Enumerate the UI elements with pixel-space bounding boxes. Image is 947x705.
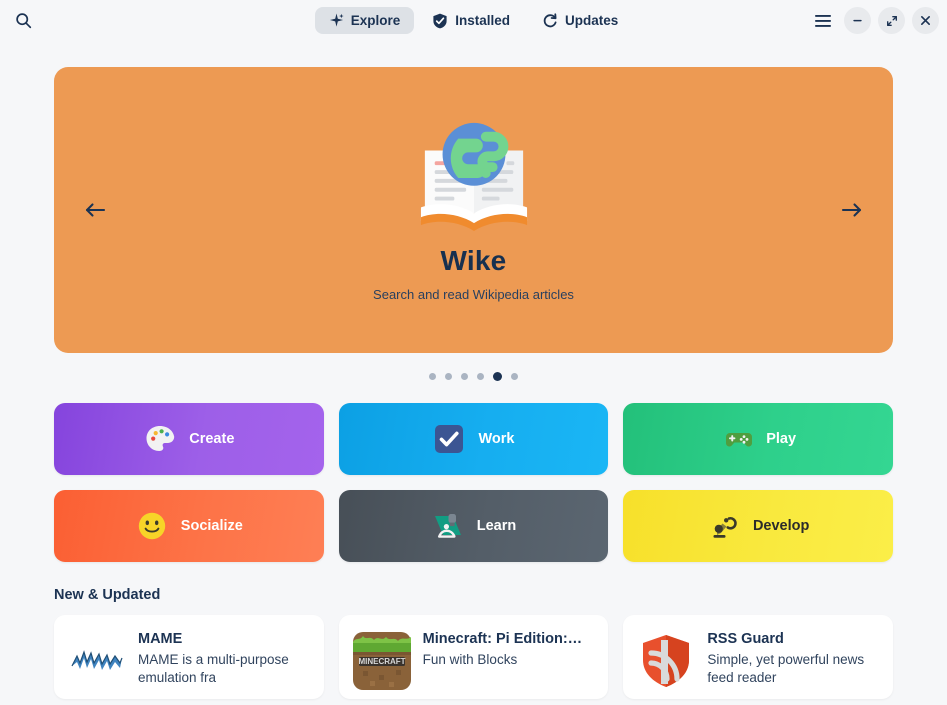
minimize-button[interactable] [844, 7, 871, 34]
main-content: Wike Search and read Wikipedia articles [0, 41, 947, 705]
app-card-mame-text: MAME MAME is a multi-purpose emulation f… [138, 627, 310, 687]
category-tile-learn-label: Learn [476, 518, 517, 534]
hamburger-icon [815, 14, 831, 27]
category-tile-work[interactable]: Work [338, 403, 609, 475]
smiley-icon [138, 512, 165, 540]
view-switcher: Explore Installed Updates [0, 7, 947, 35]
category-tile-develop-label: Develop [752, 518, 810, 534]
wike-book-globe-icon [420, 122, 527, 231]
checkbox-icon [435, 425, 464, 453]
carousel-dot-2[interactable] [445, 372, 452, 380]
category-tile-play[interactable]: Play [623, 403, 893, 475]
banner-subtitle: Search and read Wikipedia articles [373, 286, 574, 302]
maximize-button[interactable] [878, 7, 905, 34]
close-button[interactable] [912, 7, 939, 34]
tab-updates-label: Updates [565, 13, 619, 28]
tab-installed-label: Installed [455, 13, 511, 28]
tab-explore[interactable]: Explore [314, 7, 415, 34]
arrow-right-icon [841, 203, 862, 217]
microscope-icon [434, 514, 461, 538]
menu-button[interactable] [809, 7, 837, 35]
banner-prev-button[interactable] [78, 193, 112, 227]
check-badge-icon [433, 13, 447, 28]
category-tile-learn[interactable]: Learn [338, 490, 609, 562]
app-card-rss-guard-name: RSS Guard [707, 631, 784, 647]
search-icon [15, 13, 31, 29]
tab-installed[interactable]: Installed [418, 7, 524, 35]
app-card-mame-name: MAME [138, 631, 183, 647]
app-card-minecraft[interactable]: MINECRAFT Minecraft: Pi Edition:… Fun wi… [338, 615, 609, 699]
banner-next-button[interactable] [835, 193, 869, 227]
app-card-mame[interactable]: MAME MAME is a multi-purpose emulation f… [54, 615, 324, 699]
mame-logo-icon [71, 650, 123, 670]
palette-icon [146, 426, 175, 451]
sparkle-icon [329, 13, 344, 27]
search-button[interactable] [8, 6, 38, 36]
app-card-rss-guard[interactable]: RSS Guard Simple, yet powerful news feed… [623, 615, 893, 699]
carousel-dot-1[interactable] [429, 372, 436, 380]
minus-icon [853, 19, 862, 22]
app-card-rss-guard-text: RSS Guard Simple, yet powerful news feed… [707, 627, 879, 687]
refresh-icon [543, 12, 557, 27]
new-updated-grid: MAME MAME is a multi-purpose emulation f… [54, 615, 893, 699]
featured-banner[interactable]: Wike Search and read Wikipedia articles [54, 67, 893, 353]
app-card-minecraft-name: Minecraft: Pi Edition:… [422, 631, 583, 647]
app-card-minecraft-desc: Fun with Blocks [422, 652, 518, 667]
carousel-dot-4[interactable] [477, 372, 484, 380]
arrow-left-icon [85, 203, 106, 217]
tab-explore-label: Explore [350, 13, 401, 28]
app-card-rss-guard-desc: Simple, yet powerful news feed reader [707, 652, 865, 686]
category-tile-socialize-label: Socialize [180, 518, 243, 534]
header-left-group [8, 6, 128, 36]
carousel-dots [54, 369, 893, 383]
window-controls [809, 7, 939, 35]
category-tile-play-label: Play [766, 431, 797, 447]
svg-text:MINECRAFT: MINECRAFT [358, 657, 405, 666]
category-tile-develop[interactable]: Develop [623, 490, 893, 562]
category-tiles: Create Work Play Socialize Learn Develop [54, 403, 893, 562]
category-tile-work-label: Work [478, 431, 515, 447]
app-card-mame-desc: MAME is a multi-purpose emulation fra [138, 652, 289, 686]
new-updated-heading: New & Updated [54, 587, 161, 603]
carousel-dot-6[interactable] [511, 372, 518, 380]
rss-guard-shield-icon [643, 635, 690, 687]
header-bar: Explore Installed Updates [0, 0, 947, 41]
carousel-dot-5[interactable] [493, 371, 502, 381]
tab-updates[interactable]: Updates [528, 7, 632, 35]
gamepad-icon [726, 433, 753, 447]
category-tile-create[interactable]: Create [54, 403, 324, 475]
category-tile-socialize[interactable]: Socialize [54, 490, 324, 562]
banner-title: Wike [440, 244, 507, 276]
app-card-minecraft-text: Minecraft: Pi Edition:… Fun with Blocks [423, 627, 583, 669]
close-icon [921, 16, 930, 25]
category-tile-create-label: Create [189, 431, 235, 447]
minecraft-icon: MINECRAFT [352, 632, 411, 690]
robot-arm-icon [713, 516, 737, 538]
carousel-dot-3[interactable] [461, 372, 468, 380]
expand-icon [886, 15, 897, 26]
